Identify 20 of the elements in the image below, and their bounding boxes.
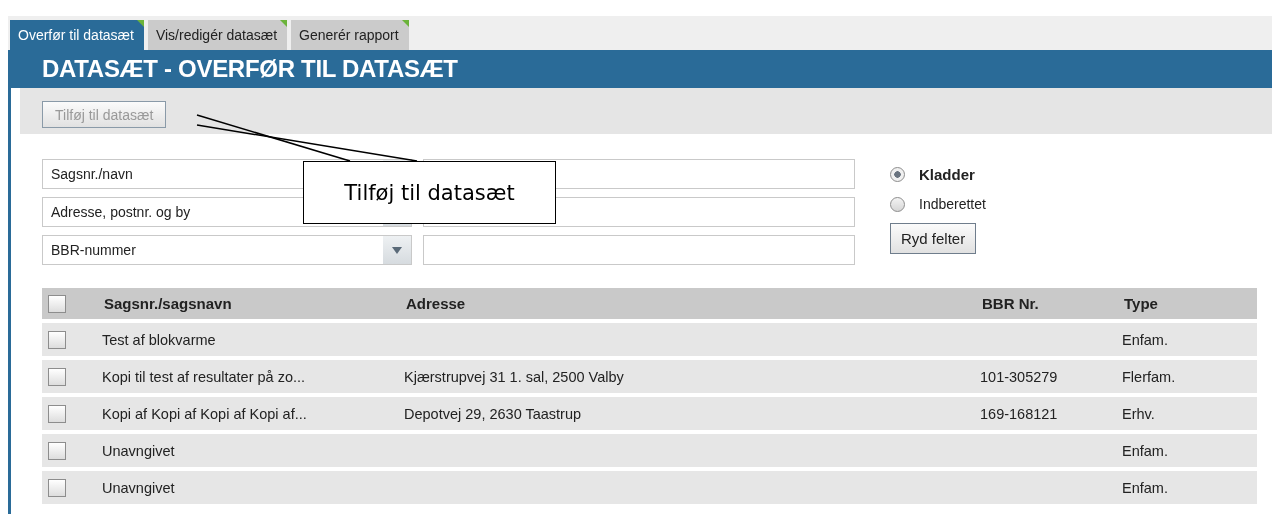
column-header: Adresse [406,295,466,312]
page-title: DATASÆT - OVERFØR TIL DATASÆT [42,55,458,83]
dropdown-value: Sagsnr./navn [50,166,133,182]
table-cell: 101-305279 [962,360,1104,393]
table-cell: Enfam. [1104,323,1257,356]
table-cell: Enfam. [1104,471,1257,504]
table-cell: Kjærstrupvej 31 1. sal, 2500 Valby [386,360,962,393]
radio-label: Indberettet [919,196,986,212]
column-header: Type [1124,295,1158,312]
table-cell: 169-168121 [962,397,1104,430]
column-header: Sagsnr./sagsnavn [104,295,232,312]
table-cell: Flerfam. [1104,360,1257,393]
table-cell: Erhv. [1104,397,1257,430]
table-cell: Depotvej 29, 2630 Taastrup [386,397,962,430]
column-header: BBR Nr. [982,295,1039,312]
table-cell: Enfam. [1104,434,1257,467]
dropdown-value: BBR-nummer [50,242,136,258]
callout-tooltip: Tilføj til datasæt [303,161,556,224]
dropdown-value: Adresse, postnr. og by [50,204,191,220]
radio-label: Kladder [919,165,975,183]
